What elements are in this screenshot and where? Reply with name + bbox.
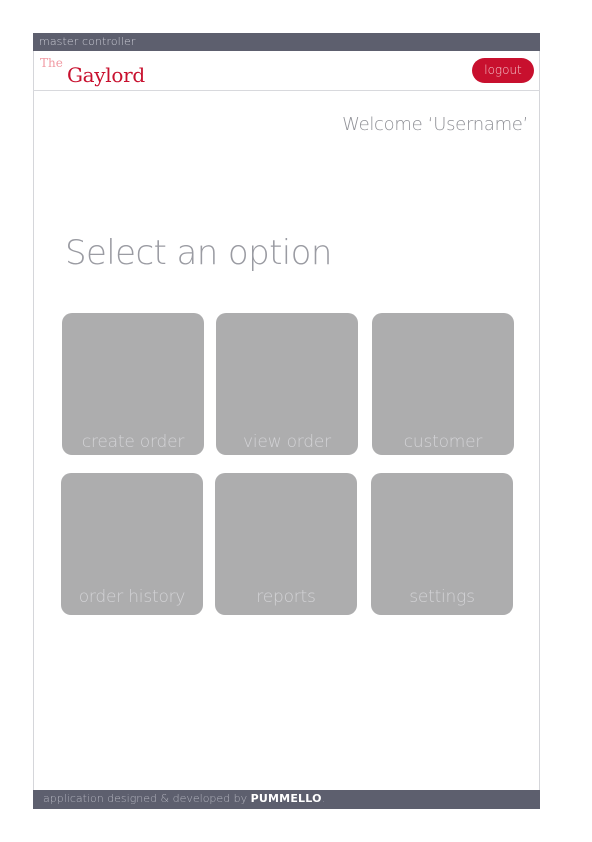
welcome-message: Welcome ‘Username’ xyxy=(342,114,528,135)
top-bar-label: master controller xyxy=(39,35,136,48)
tile-label: order history xyxy=(78,587,186,607)
customer-tile[interactable]: customer xyxy=(372,313,514,455)
top-bar: master controller xyxy=(33,33,540,51)
logo-prefix: The xyxy=(40,56,63,70)
footer-credit: application designed & developed by PUMM… xyxy=(43,792,325,805)
page-title: Select an option xyxy=(65,233,332,273)
create-order-tile[interactable]: create order xyxy=(62,313,204,455)
footer-bar: application designed & developed by PUMM… xyxy=(33,790,540,809)
logout-button[interactable]: logout xyxy=(472,58,534,83)
tile-label: customer xyxy=(403,432,483,452)
order-history-tile[interactable]: order history xyxy=(61,473,203,615)
tile-label: create order xyxy=(81,432,185,452)
logo-name: Gaylord xyxy=(67,63,145,87)
footer-suffix: . xyxy=(321,792,326,805)
settings-tile[interactable]: settings xyxy=(371,473,513,615)
footer-credit-text: application designed & developed by xyxy=(43,792,251,805)
header: The Gaylord logout xyxy=(33,51,540,91)
tile-label: reports xyxy=(256,587,316,607)
footer-brand[interactable]: PUMMELLO xyxy=(251,792,322,805)
reports-tile[interactable]: reports xyxy=(215,473,357,615)
tile-label: settings xyxy=(409,587,475,607)
tile-label: view order xyxy=(243,432,331,452)
view-order-tile[interactable]: view order xyxy=(216,313,358,455)
